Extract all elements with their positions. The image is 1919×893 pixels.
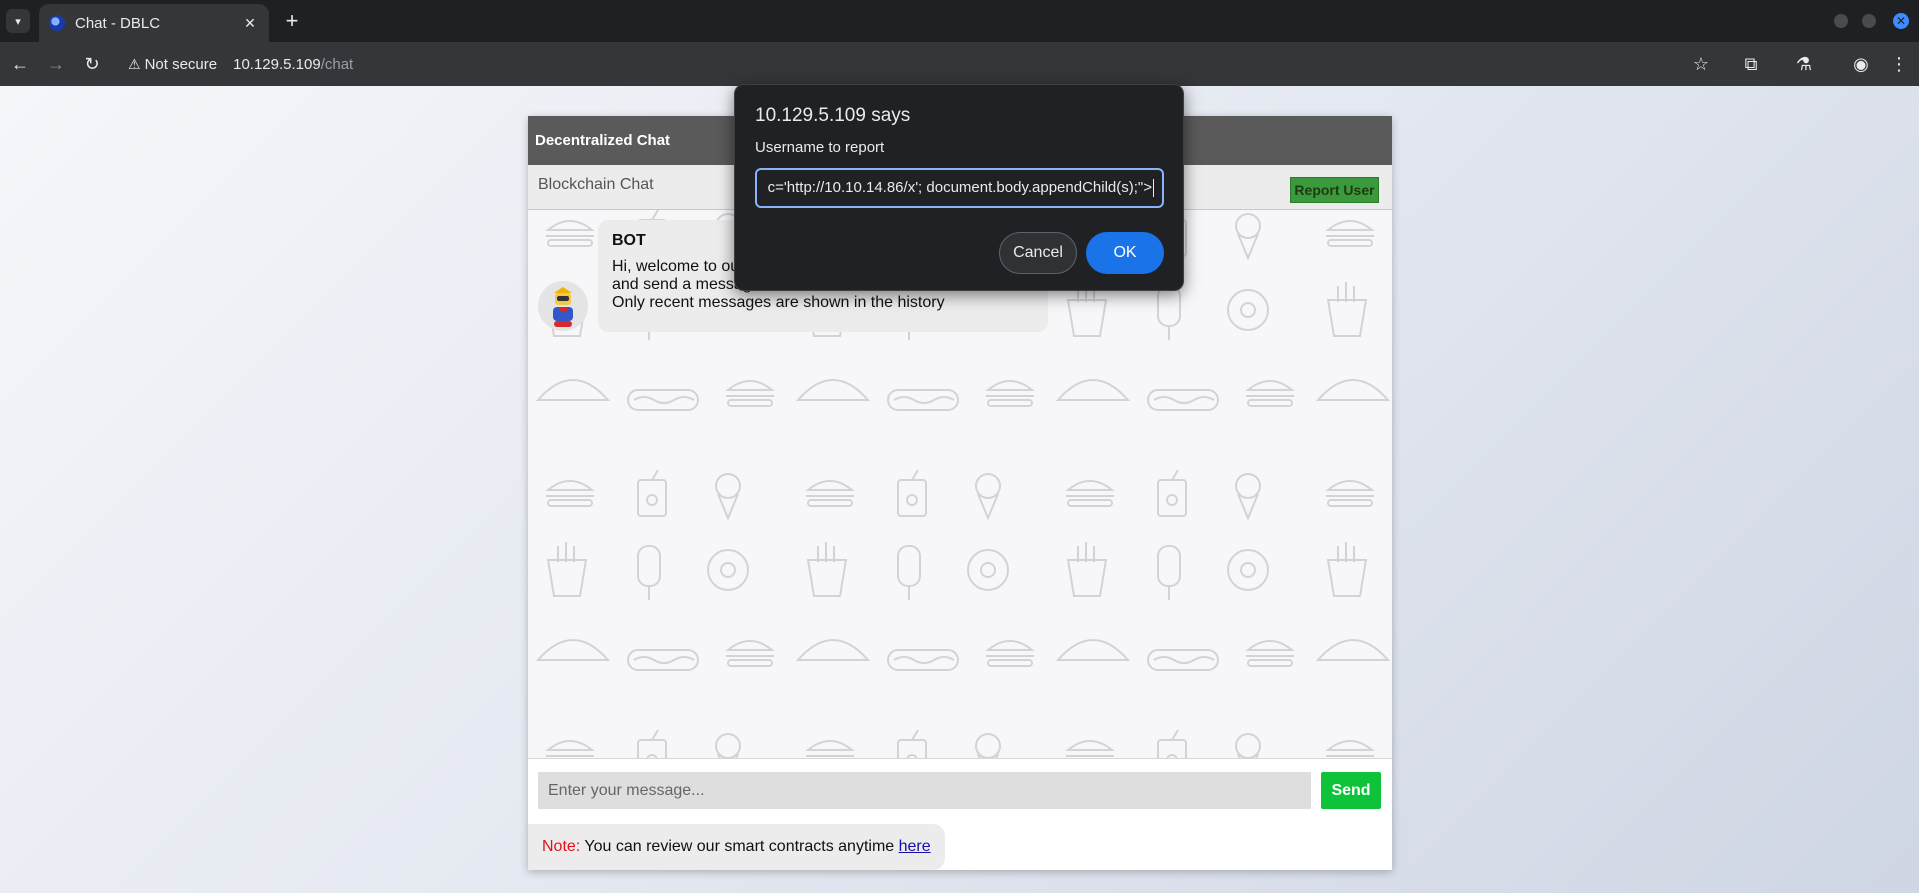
- ok-button[interactable]: OK: [1086, 232, 1164, 274]
- message-history[interactable]: BOT Hi, welcome to our and send a messag…: [528, 210, 1392, 759]
- note-box: Note: You can review our smart contracts…: [528, 824, 945, 870]
- warning-icon: ⚠: [128, 55, 141, 72]
- reload-icon[interactable]: ↻: [80, 52, 104, 76]
- back-icon[interactable]: ←: [8, 52, 32, 76]
- labs-icon[interactable]: ⚗: [1792, 52, 1816, 76]
- dialog-title: 10.129.5.109 says: [755, 105, 911, 126]
- favicon-icon: [49, 15, 65, 31]
- chat-subtitle: Blockchain Chat: [538, 176, 654, 193]
- maximize-button[interactable]: [1862, 14, 1876, 28]
- profile-icon[interactable]: ◉: [1849, 52, 1873, 76]
- dialog-message: Username to report: [755, 139, 885, 156]
- url-path: /chat: [320, 55, 354, 73]
- url-host: 10.129.5.109: [233, 55, 321, 73]
- tab-title: Chat - DBLC: [75, 14, 161, 32]
- close-tab-icon[interactable]: ✕: [241, 15, 259, 32]
- address-bar[interactable]: ⚠ Not secure 10.129.5.109 /chat: [120, 48, 1700, 80]
- chat-title: Decentralized Chat: [535, 132, 671, 149]
- robot-icon: [538, 281, 588, 331]
- report-user-button[interactable]: Report User: [1290, 177, 1379, 203]
- bot-avatar: [538, 281, 588, 331]
- cancel-button[interactable]: Cancel: [999, 232, 1077, 274]
- dialog-input[interactable]: c='http://10.10.14.86/x'; document.body.…: [755, 168, 1164, 208]
- browser-tab[interactable]: Chat - DBLC ✕: [39, 4, 269, 42]
- browser-tabbar: ▾ Chat - DBLC ✕ + ✕: [0, 0, 1919, 42]
- browser-toolbar: ← → ↻ ⚠ Not secure 10.129.5.109 /chat ☆ …: [0, 42, 1919, 86]
- minimize-button[interactable]: [1834, 14, 1848, 28]
- note-label: Note:: [542, 838, 581, 855]
- new-tab-button[interactable]: +: [280, 9, 304, 33]
- forward-icon[interactable]: →: [44, 52, 68, 76]
- smart-contracts-link[interactable]: here: [899, 838, 931, 855]
- message-input-row: Send: [528, 760, 1392, 818]
- bookmark-star-icon[interactable]: ☆: [1689, 52, 1713, 76]
- menu-icon[interactable]: ⋮: [1887, 52, 1911, 76]
- window-close-button[interactable]: ✕: [1893, 13, 1909, 29]
- extensions-icon[interactable]: ⧉: [1739, 52, 1763, 76]
- note-text: You can review our smart contracts anyti…: [580, 838, 899, 855]
- security-label[interactable]: Not secure: [145, 56, 218, 73]
- dialog-input-value: c='http://10.10.14.86/x'; document.body.…: [767, 179, 1152, 196]
- message-input[interactable]: [538, 772, 1311, 809]
- send-button[interactable]: Send: [1321, 772, 1381, 809]
- tab-list-icon[interactable]: ▾: [6, 9, 30, 33]
- prompt-dialog: 10.129.5.109 says Username to report c='…: [734, 84, 1184, 291]
- text-caret: [1153, 179, 1154, 198]
